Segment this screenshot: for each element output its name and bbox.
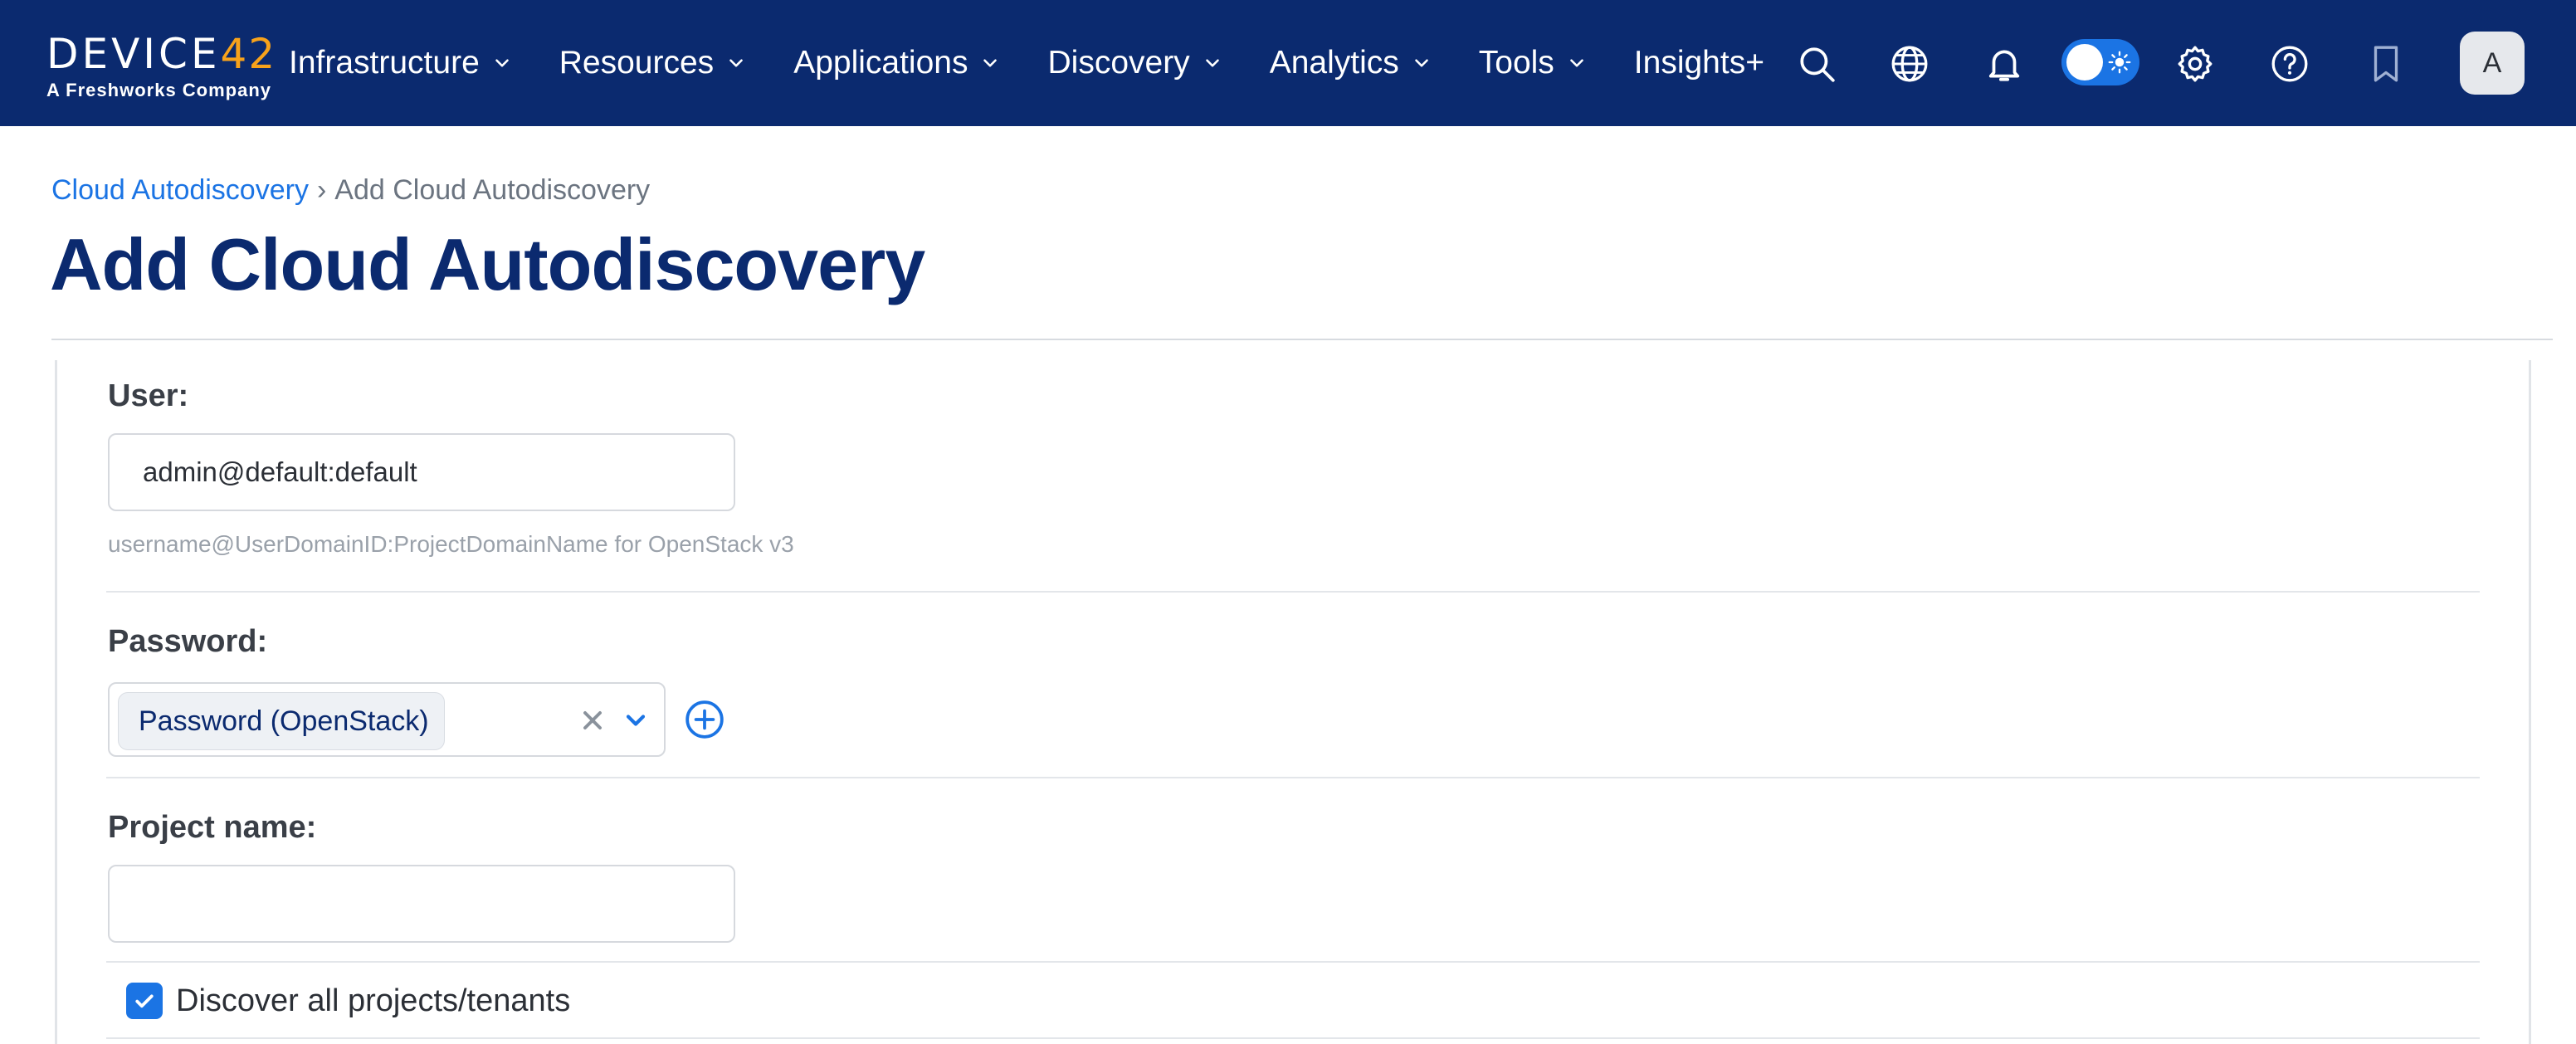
- password-select[interactable]: Password (OpenStack): [108, 682, 666, 757]
- discover-all-label[interactable]: Discover all projects/tenants: [176, 983, 570, 1019]
- bell-icon[interactable]: [1983, 43, 2025, 85]
- logo-tagline: A Freshworks Company: [46, 80, 272, 100]
- logo-number: 42: [220, 30, 277, 78]
- row-divider: [106, 961, 2480, 963]
- chevron-down-icon: [1569, 59, 1583, 67]
- page-title: Add Cloud Autodiscovery: [50, 223, 925, 305]
- menu-label: Analytics: [1269, 45, 1399, 80]
- top-navigation: DEVICE 42 A Freshworks Company Infrastruc…: [0, 0, 2576, 126]
- menu-infrastructure[interactable]: Infrastructure: [289, 38, 513, 88]
- menu-label: Discovery: [1047, 45, 1190, 80]
- menu-label: Tools: [1478, 45, 1554, 80]
- title-divider: [51, 339, 2553, 340]
- menu-discovery[interactable]: Discovery: [1047, 38, 1222, 88]
- user-field[interactable]: admin@default:default: [108, 433, 735, 511]
- menu-analytics[interactable]: Analytics: [1270, 38, 1432, 88]
- bookmark-icon[interactable]: [2365, 43, 2407, 85]
- chevron-down-icon: [983, 59, 998, 67]
- menu-resources[interactable]: Resources: [559, 38, 747, 88]
- help-icon[interactable]: [2269, 43, 2310, 85]
- chevron-down-icon: [1205, 59, 1219, 67]
- row-divider: [106, 777, 2480, 778]
- theme-toggle[interactable]: [2061, 39, 2139, 85]
- menu-label: Resources: [559, 45, 715, 80]
- sun-icon: [2108, 51, 2131, 74]
- breadcrumb-separator: ›: [316, 174, 327, 206]
- chevron-down-icon: [729, 59, 743, 67]
- breadcrumb-current: Add Cloud Autodiscovery: [334, 174, 651, 206]
- globe-icon[interactable]: [1889, 43, 1930, 85]
- breadcrumb-link-cloud-autodiscovery[interactable]: Cloud Autodiscovery: [51, 174, 309, 206]
- add-password-button[interactable]: [684, 699, 725, 740]
- checkmark-icon: [135, 994, 154, 1008]
- chevron-down-icon[interactable]: [621, 705, 651, 735]
- password-label: Password:: [108, 624, 268, 659]
- toggle-knob: [2066, 44, 2103, 80]
- user-avatar[interactable]: A: [2460, 32, 2525, 95]
- menu-insights[interactable]: Insights+: [1634, 38, 1764, 88]
- logo-wordmark: DEVICE: [46, 30, 221, 78]
- chevron-down-icon: [495, 59, 509, 67]
- project-name-label: Project name:: [108, 810, 317, 845]
- search-icon[interactable]: [1796, 43, 1837, 85]
- menu-applications[interactable]: Applications: [793, 38, 1001, 88]
- user-hint: username@UserDomainID:ProjectDomainName …: [108, 531, 794, 557]
- row-divider: [106, 591, 2480, 593]
- clear-icon[interactable]: [578, 705, 607, 735]
- breadcrumb: Cloud Autodiscovery › Add Cloud Autodiscov…: [51, 174, 650, 207]
- row-divider: [106, 1037, 2480, 1039]
- menu-label: Applications: [793, 45, 968, 80]
- selected-password-chip: Password (OpenStack): [118, 692, 445, 750]
- menu-tools[interactable]: Tools: [1479, 38, 1588, 88]
- main-menu: Infrastructure Resources Applications Di…: [289, 38, 1764, 88]
- project-name-field[interactable]: [108, 865, 735, 943]
- gear-icon[interactable]: [2174, 43, 2216, 85]
- discover-all-checkbox[interactable]: [126, 983, 163, 1019]
- menu-label: Infrastructure: [289, 45, 480, 80]
- user-label: User:: [108, 378, 189, 413]
- device42-logo[interactable]: DEVICE 42 A Freshworks Company: [46, 32, 276, 101]
- chevron-down-icon: [1414, 59, 1428, 67]
- menu-label: Insights+: [1633, 45, 1764, 80]
